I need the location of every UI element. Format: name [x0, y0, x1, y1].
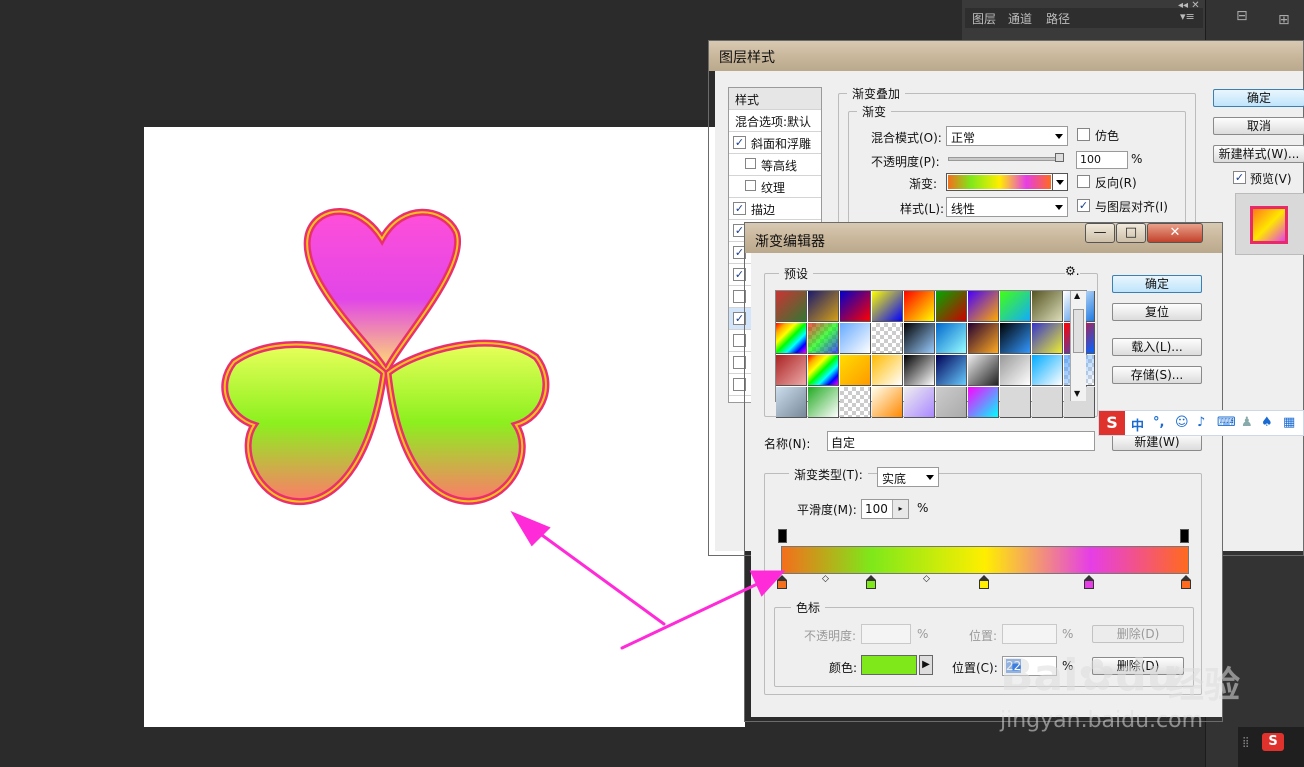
watermark-url: jingyan.baidu.com	[1000, 708, 1204, 733]
arrow-head	[510, 510, 551, 547]
arrow-head	[749, 570, 786, 597]
paw-icon: ✿	[1078, 650, 1116, 701]
watermark-brand: Bai✿du	[1000, 650, 1179, 701]
arrow-to-shape	[522, 520, 666, 626]
watermark-cn: 经验	[1168, 665, 1241, 706]
baidu-watermark: Bai✿du 经验 jingyan.baidu.com	[1000, 650, 1240, 740]
arrow-to-stop	[620, 576, 772, 650]
